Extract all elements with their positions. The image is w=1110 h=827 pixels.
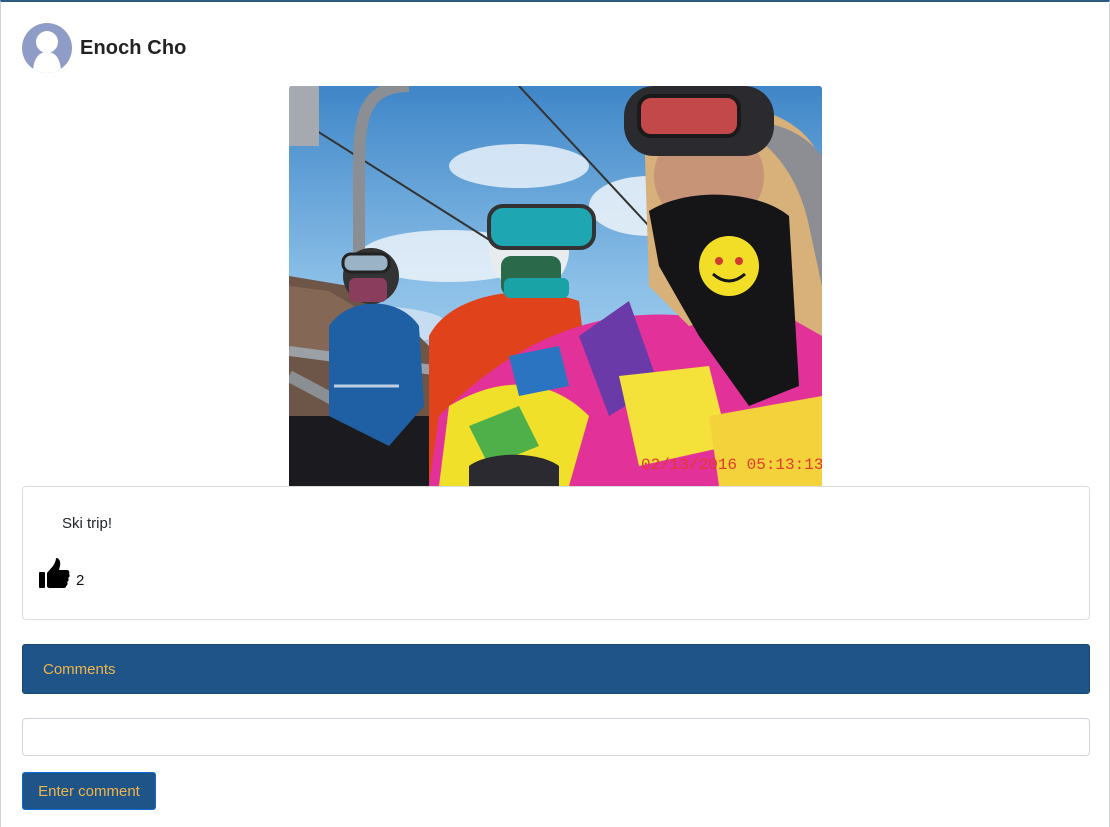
- photo-timestamp: 02/13/2016 05:13:13: [641, 456, 822, 474]
- like-button[interactable]: [38, 557, 70, 591]
- avatar[interactable]: [22, 23, 72, 73]
- post-frame: Enoch Cho 02/13/2016 05:13:13 Ski trip! …: [0, 0, 1110, 827]
- post-photo[interactable]: 02/13/2016 05:13:13: [289, 86, 822, 486]
- like-section: 2: [38, 557, 84, 591]
- comments-header-label: Comments: [43, 660, 116, 678]
- ski-lift-photo: 02/13/2016 05:13:13: [289, 86, 822, 486]
- post-caption: Ski trip!: [62, 515, 113, 532]
- comment-input[interactable]: [22, 718, 1090, 756]
- author-name[interactable]: Enoch Cho: [80, 37, 186, 60]
- post-card: Ski trip! 2: [22, 486, 1090, 620]
- thumbs-up-icon: [39, 558, 70, 588]
- enter-comment-button[interactable]: Enter comment: [22, 772, 156, 810]
- user-silhouette-icon: [33, 31, 61, 73]
- comments-header: Comments: [22, 644, 1090, 694]
- like-count: 2: [76, 572, 85, 589]
- post-header: Enoch Cho: [22, 23, 186, 73]
